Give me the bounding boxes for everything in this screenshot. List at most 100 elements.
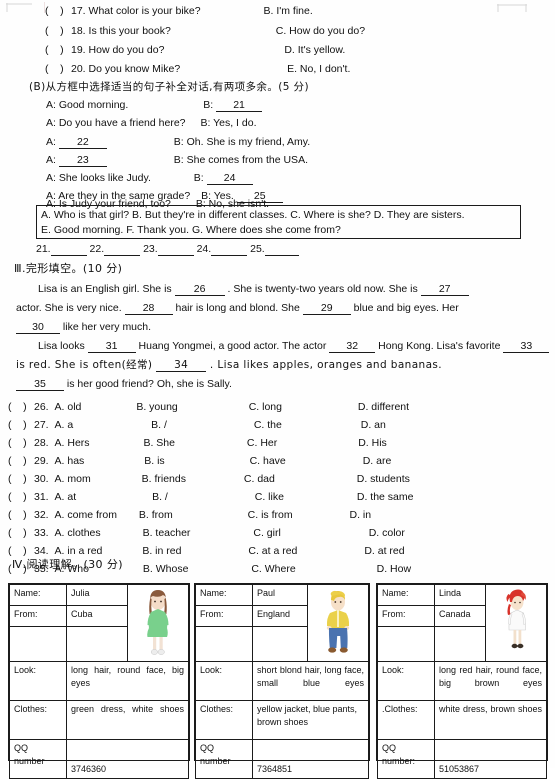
- item-18-question: Is this your book?: [88, 25, 171, 37]
- cloze-blank-26[interactable]: 26: [174, 283, 225, 296]
- answer-bracket-18[interactable]: ( ): [45, 25, 71, 37]
- q35-option-b[interactable]: B. Whose: [143, 563, 189, 575]
- cloze-blank-33[interactable]: 33: [503, 340, 550, 353]
- card1-from-label: From:: [9, 605, 67, 627]
- answer-blank-25[interactable]: [264, 243, 299, 256]
- dialogue-blank-21[interactable]: 21: [216, 99, 263, 112]
- cloze-blank-28[interactable]: 28: [124, 302, 173, 315]
- q27-option-a[interactable]: A. a: [55, 419, 74, 431]
- cloze-blank-32[interactable]: 32: [329, 340, 376, 353]
- dialogue-blank-22[interactable]: 22: [58, 136, 107, 149]
- q31-option-a[interactable]: A. at: [55, 491, 77, 503]
- q29-option-c[interactable]: C. have: [250, 455, 286, 467]
- answer-bracket-30[interactable]: ( ): [8, 473, 34, 485]
- cloze-blank-34[interactable]: 34: [156, 359, 207, 372]
- answer-bracket-26[interactable]: ( ): [8, 401, 34, 413]
- answer-bracket-17[interactable]: ( ): [45, 5, 71, 17]
- cloze-text-2: . She is twenty-two years old now. She i…: [227, 283, 418, 295]
- q27-option-b[interactable]: B. /: [151, 419, 167, 431]
- q30-option-d[interactable]: D. students: [357, 473, 410, 485]
- q35-option-c[interactable]: C. Where: [251, 563, 295, 575]
- q28-option-b[interactable]: B. She: [143, 437, 175, 449]
- q34-option-c[interactable]: C. at a red: [248, 545, 297, 557]
- girl-green-dress-icon: [147, 590, 169, 655]
- q28-option-d[interactable]: D. His: [358, 437, 387, 449]
- card3-clothes-label: .Clothes:: [377, 700, 435, 740]
- q34-option-b[interactable]: B. in red: [142, 545, 181, 557]
- q27-option-d[interactable]: D. an: [361, 419, 386, 431]
- q33-option-d[interactable]: D. color: [369, 527, 405, 539]
- answer-blank-23[interactable]: [157, 243, 194, 256]
- answer-bracket-29[interactable]: ( ): [8, 455, 34, 467]
- card1-qq-label-line1: QQ: [14, 743, 29, 753]
- q26-option-a[interactable]: A. old: [55, 401, 82, 413]
- q33-option-b[interactable]: B. teacher: [143, 527, 191, 539]
- dialogue-line-2: A: Do you have a friend here? B: Yes, I …: [46, 117, 256, 129]
- card3-look-label: Look:: [377, 661, 435, 701]
- q29-option-a[interactable]: A. has: [55, 455, 85, 467]
- dialogue-blank-23[interactable]: 23: [58, 154, 107, 167]
- q32-option-b[interactable]: B. from: [139, 509, 173, 521]
- answer-blank-21[interactable]: [50, 243, 87, 256]
- q35-option-d[interactable]: D. How: [377, 563, 411, 575]
- q30-option-b[interactable]: B. friends: [142, 473, 186, 485]
- q31-option-b[interactable]: B. /: [152, 491, 168, 503]
- answer-blank-24[interactable]: [211, 243, 248, 256]
- cloze-text-12: is her good friend? Oh, she is Sally.: [66, 378, 232, 390]
- dialogue-line-23: A: 23 B: She comes from the USA.: [46, 154, 308, 167]
- card2-look-value: short blond hair, long face, small blue …: [252, 661, 369, 701]
- q33-option-a[interactable]: A. clothes: [55, 527, 101, 539]
- q28-option-a[interactable]: A. Hers: [55, 437, 90, 449]
- cloze-blank-29[interactable]: 29: [302, 302, 351, 315]
- cloze-blank-27[interactable]: 27: [420, 283, 469, 296]
- q32-option-a[interactable]: A. come from: [55, 509, 117, 521]
- answer-bracket-31[interactable]: ( ): [8, 491, 34, 503]
- q31-option-c[interactable]: C. like: [255, 491, 284, 503]
- cloze-blank-30[interactable]: 30: [16, 321, 60, 334]
- match-item-17: ( ) 17. What color is your bike? B. I'm f…: [45, 5, 313, 17]
- cloze-passage-line-1: Lisa is an English girl. She is 26 . She…: [38, 283, 469, 296]
- q31-number: 31.: [34, 491, 49, 503]
- cloze-blank-31[interactable]: 31: [87, 340, 136, 353]
- q30-option-c[interactable]: C. dad: [244, 473, 275, 485]
- match-item-18: ( ) 18. Is this your book? C. How do you …: [45, 25, 365, 37]
- card2-avatar-cell: [307, 584, 369, 662]
- q34-option-d[interactable]: D. at red: [364, 545, 404, 557]
- q31-option-d[interactable]: D. the same: [357, 491, 414, 503]
- dialogue-24-a: A: She looks like Judy.: [46, 172, 151, 184]
- card1-clothes-label: Clothes:: [9, 700, 67, 740]
- q28-number: 28.: [34, 437, 49, 449]
- q26-option-b[interactable]: B. young: [136, 401, 177, 413]
- q29-option-d[interactable]: D. are: [363, 455, 392, 467]
- profile-card-julia: Name: Julia From: Cuba Look: long hair, …: [8, 583, 190, 779]
- q30-option-a[interactable]: A. mom: [55, 473, 91, 485]
- answer-bracket-32[interactable]: ( ): [8, 509, 34, 521]
- sentence-choice-line-2: E. Good morning. F. Thank you. G. Where …: [41, 224, 341, 236]
- cloze-question-33: ( ) 33. A. clothes B. teacher C. girl D. …: [8, 527, 405, 539]
- answer-num-21: 21.: [36, 243, 51, 255]
- cloze-question-29: ( ) 29. A. has B. is C. have D. are: [8, 455, 391, 467]
- cloze-blank-35[interactable]: 35: [16, 378, 64, 391]
- cloze-passage-line-5: is red. She is often(经常) 34 . Lisa likes…: [16, 359, 442, 372]
- card1-name-value: Julia: [66, 584, 128, 606]
- q29-option-b[interactable]: B. is: [144, 455, 164, 467]
- q32-option-c[interactable]: C. is from: [248, 509, 293, 521]
- answer-bracket-20[interactable]: ( ): [45, 63, 71, 75]
- q33-option-c[interactable]: C. girl: [253, 527, 280, 539]
- q27-option-c[interactable]: C. the: [254, 419, 282, 431]
- q26-option-d[interactable]: D. different: [358, 401, 409, 413]
- card3-from-label: From:: [377, 605, 435, 627]
- answer-bracket-27[interactable]: ( ): [8, 419, 34, 431]
- answer-blank-22[interactable]: [104, 243, 141, 256]
- answer-bracket-28[interactable]: ( ): [8, 437, 34, 449]
- q28-option-c[interactable]: C. Her: [247, 437, 277, 449]
- answer-bracket-19[interactable]: ( ): [45, 44, 71, 56]
- answer-num-24: 24.: [196, 243, 212, 255]
- q26-option-c[interactable]: C. long: [249, 401, 282, 413]
- dialogue-blank-24[interactable]: 24: [206, 172, 253, 185]
- card1-qq-label: QQ number: [9, 739, 67, 779]
- item-17-question: What color is your bike?: [88, 5, 201, 17]
- q32-option-d[interactable]: D. in: [350, 509, 372, 521]
- answer-bracket-33[interactable]: ( ): [8, 527, 34, 539]
- part-b-heading: (B)从方框中选择适当的句子补全对话,有两项多余。(5 分): [29, 81, 309, 93]
